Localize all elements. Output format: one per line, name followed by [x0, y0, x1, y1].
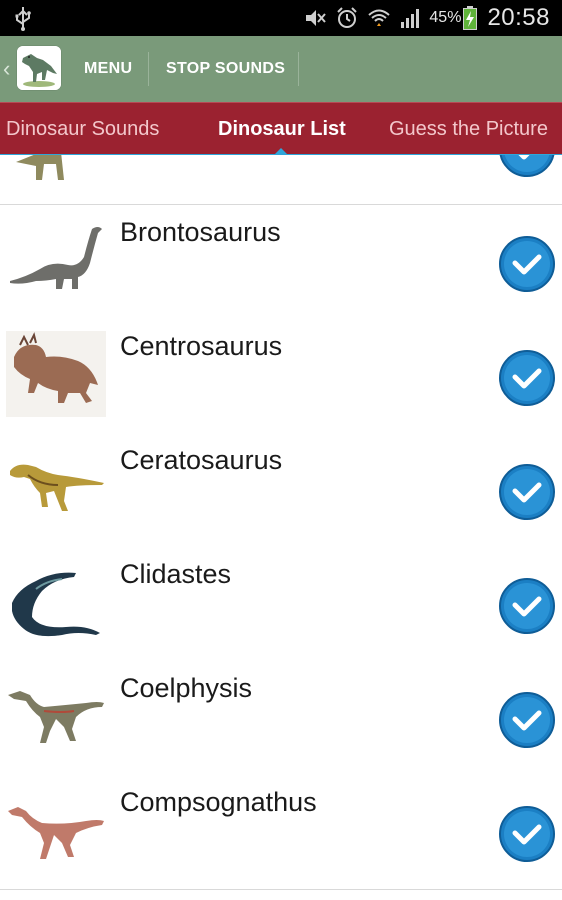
checkmark-icon[interactable]: [498, 235, 556, 293]
dinosaur-thumbnail-icon: [16, 155, 64, 180]
action-bar: ‹ MENU STOP SOUNDS: [0, 36, 562, 102]
tab-guess-the-picture[interactable]: Guess the Picture: [389, 118, 548, 141]
checkmark-icon[interactable]: [498, 805, 556, 863]
status-bar: 45% 20:58: [0, 0, 562, 36]
tab-dinosaur-sounds[interactable]: Dinosaur Sounds: [6, 118, 159, 141]
dinosaur-logo-icon: [17, 46, 61, 90]
checkmark-icon[interactable]: [498, 349, 556, 407]
signal-icon: [401, 9, 420, 28]
list-item[interactable]: Clidastes: [0, 547, 562, 662]
alarm-icon: [337, 7, 358, 28]
checkmark-icon[interactable]: [498, 577, 556, 635]
battery-charging-icon: [463, 6, 478, 30]
dinosaur-name: Coelphysis: [120, 673, 253, 703]
dinosaur-name: Ceratosaurus: [120, 445, 283, 475]
clock: 20:58: [487, 4, 550, 31]
centrosaurus-thumbnail-icon: [6, 331, 106, 417]
back-caret-icon[interactable]: ‹: [3, 56, 10, 82]
ceratosaurus-thumbnail-icon: [10, 464, 104, 511]
status-icons: 45% 20:58: [295, 0, 550, 36]
divider: [298, 52, 299, 86]
active-tab-marker: [275, 148, 287, 154]
list-item[interactable]: Coelphysis: [0, 661, 562, 776]
wifi-icon: [368, 9, 391, 26]
stop-sounds-button[interactable]: STOP SOUNDS: [166, 36, 285, 102]
clidastes-thumbnail-icon: [12, 572, 100, 637]
checkmark-icon[interactable]: [498, 463, 556, 521]
tab-dinosaur-list[interactable]: Dinosaur List: [218, 118, 346, 141]
dinosaur-list[interactable]: Brontosaurus Centrosaurus Ceratosaurus C…: [0, 155, 562, 900]
coelphysis-thumbnail-icon: [8, 691, 104, 743]
battery-percent: 45%: [429, 9, 462, 26]
compsognathus-thumbnail-icon: [8, 807, 104, 859]
tab-bar: Dinosaur Sounds Dinosaur List Guess the …: [0, 102, 562, 157]
list-item[interactable]: [0, 155, 562, 205]
dinosaur-name: Clidastes: [120, 559, 232, 589]
list-item[interactable]: Compsognathus: [0, 775, 562, 890]
checkmark-icon[interactable]: [498, 691, 556, 749]
list-item[interactable]: Brontosaurus: [0, 205, 562, 320]
usb-icon: [15, 7, 31, 31]
list-item[interactable]: Centrosaurus: [0, 319, 562, 434]
dinosaur-name: Brontosaurus: [120, 217, 281, 247]
brontosaurus-thumbnail-icon: [10, 227, 102, 289]
list-item[interactable]: Ceratosaurus: [0, 433, 562, 548]
checkmark-icon[interactable]: [498, 155, 556, 178]
dinosaur-name: Compsognathus: [120, 787, 317, 817]
mute-icon: [306, 10, 327, 26]
dinosaur-name: Centrosaurus: [120, 331, 283, 361]
divider: [148, 52, 149, 86]
app-icon[interactable]: [17, 46, 61, 90]
menu-button[interactable]: MENU: [84, 36, 132, 102]
